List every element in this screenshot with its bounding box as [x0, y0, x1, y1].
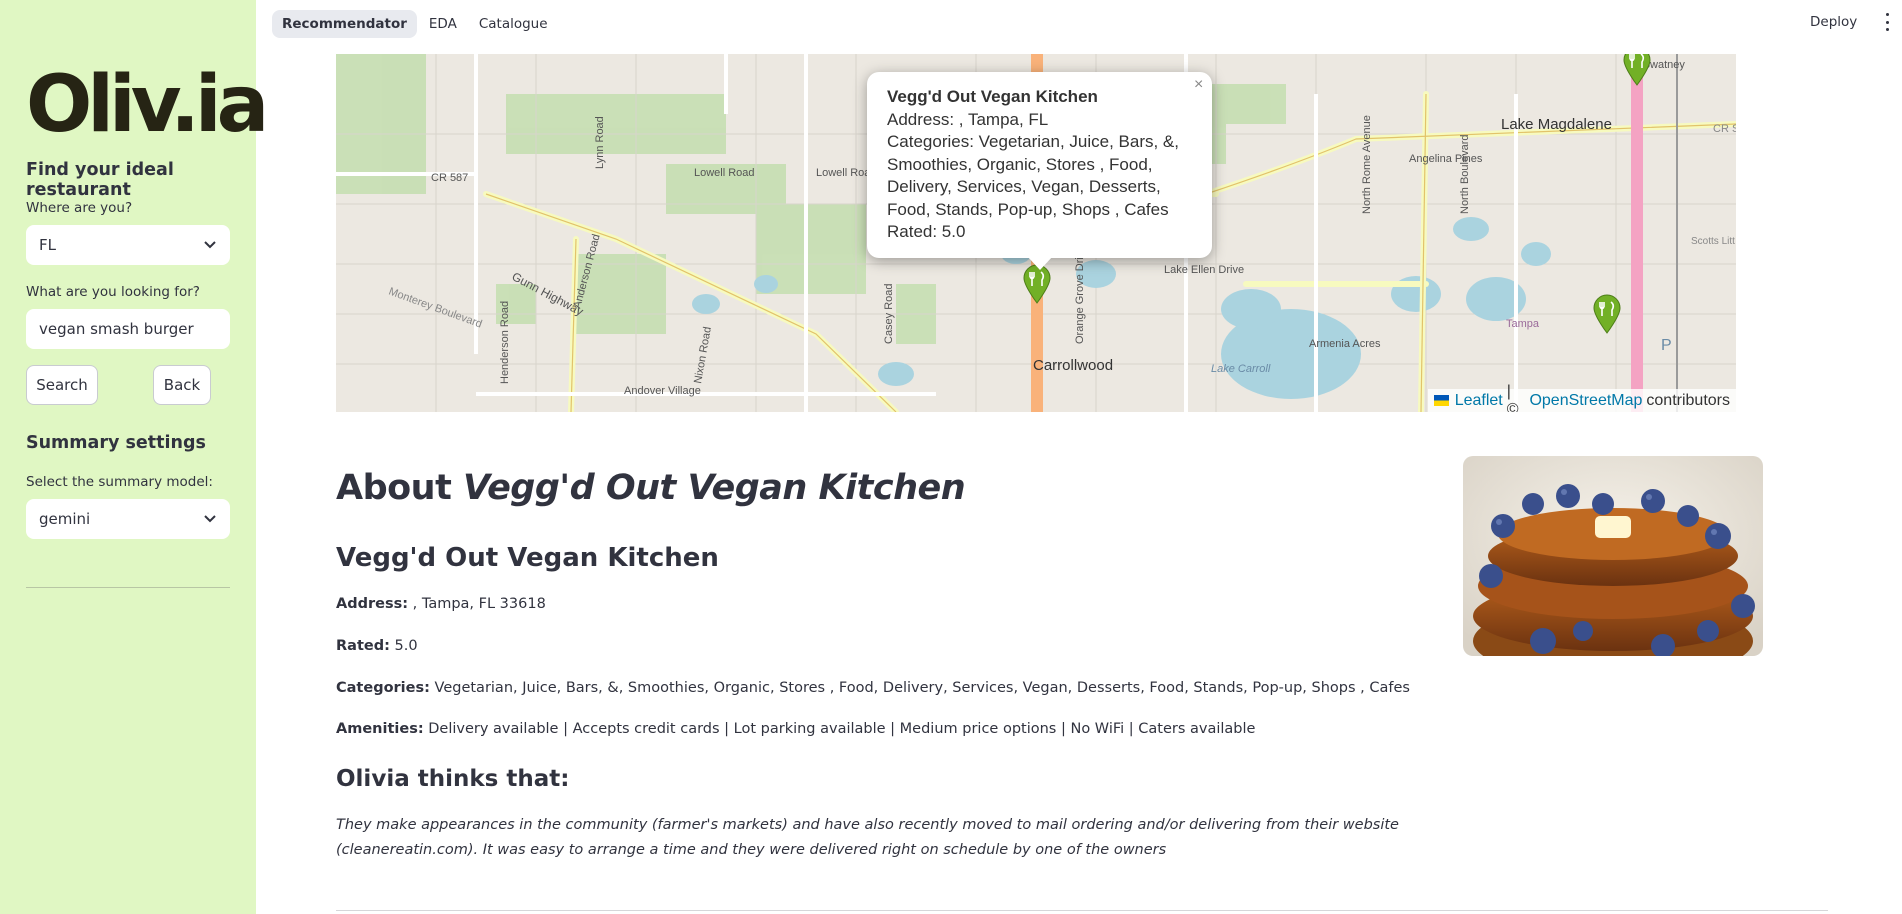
map-label-lake-magdalene: Lake Magdalene: [1501, 116, 1612, 133]
restaurant-name: Vegg'd Out Vegan Kitchen: [336, 543, 719, 573]
olivia-heading: Olivia thinks that:: [336, 766, 570, 792]
map-label-parking: P: [1661, 337, 1672, 354]
map-label-cr587: CR 587: [431, 172, 468, 184]
map-label-armenia-acres: Armenia Acres: [1309, 338, 1381, 350]
model-select[interactable]: gemini: [26, 499, 230, 539]
popup-close-button[interactable]: ×: [1194, 76, 1203, 94]
location-select-value: FL: [39, 236, 56, 254]
rated-value: 5.0: [389, 638, 418, 654]
map-label-lake-ellen: Lake Ellen Drive: [1164, 264, 1244, 276]
about-heading: About Vegg'd Out Vegan Kitchen: [336, 468, 966, 508]
tab-eda[interactable]: EDA: [419, 10, 467, 38]
back-button[interactable]: Back: [153, 365, 211, 405]
query-label: What are you looking for?: [26, 284, 200, 300]
location-label: Where are you?: [26, 200, 133, 216]
openstreetmap-link[interactable]: OpenStreetMap: [1529, 392, 1642, 410]
restaurant-marker-icon[interactable]: [1022, 264, 1052, 304]
chevron-down-icon: [203, 238, 217, 252]
popup-address: Address: , Tampa, FL: [887, 109, 1049, 129]
amenities-label: Amenities:: [336, 721, 424, 737]
address-line: Address: , Tampa, FL 33618: [336, 596, 546, 612]
address-value: , Tampa, FL 33618: [408, 596, 546, 612]
tab-recommendator[interactable]: Recommendator: [272, 10, 417, 38]
map-label-andover-village: Andover Village: [624, 385, 701, 397]
search-button[interactable]: Search: [26, 365, 98, 405]
amenities-line: Amenities: Delivery available | Accepts …: [336, 721, 1255, 737]
french-toast-image: [1463, 456, 1763, 656]
rated-line: Rated: 5.0: [336, 638, 418, 654]
map-label-tampa: Tampa: [1506, 318, 1540, 330]
categories-value: Vegetarian, Juice, Bars, &, Smoothies, O…: [429, 680, 1410, 696]
deploy-button[interactable]: Deploy: [1810, 14, 1857, 30]
map-attribution: Leaflet | © OpenStreetMap contributors: [1428, 383, 1736, 412]
model-select-value: gemini: [39, 510, 91, 528]
popup-rated: Rated: 5.0: [887, 222, 966, 241]
leaflet-link[interactable]: Leaflet: [1455, 392, 1503, 410]
popup-categories: Categories: Vegetarian, Juice, Bars, &, …: [887, 132, 1179, 219]
ukraine-flag-icon: [1434, 395, 1449, 406]
about-prefix: About: [336, 468, 452, 508]
categories-label: Categories:: [336, 680, 430, 696]
sidebar: Oliv.ia Find your ideal restaurant Where…: [0, 0, 269, 914]
map-popup: Vegg'd Out Vegan Kitchen Address: , Tamp…: [867, 72, 1212, 258]
attribution-contributors: contributors: [1646, 391, 1730, 409]
location-select[interactable]: FL: [26, 225, 230, 265]
query-input[interactable]: [26, 309, 230, 349]
restaurant-marker-icon[interactable]: [1592, 294, 1622, 334]
popup-title: Vegg'd Out Vegan Kitchen: [887, 87, 1098, 106]
map-label-henderson-road: Henderson Road: [499, 301, 511, 384]
map-label-casey-road: Casey Road: [883, 283, 895, 344]
map-label-scotts: Scotts Litt Farms: [1691, 236, 1736, 247]
address-label: Address:: [336, 596, 409, 612]
map-label-carrollwood: Carrollwood: [1033, 357, 1113, 374]
map-label-lowell-road-1: Lowell Road: [694, 167, 755, 179]
popup-tip: [1027, 256, 1053, 270]
map-label-angelina-pines: Angelina Pines: [1409, 153, 1483, 165]
tab-catalogue[interactable]: Catalogue: [469, 10, 558, 38]
map-label-orange-grove: Orange Grove Drive: [1074, 246, 1086, 344]
app-logo: Oliv.ia: [26, 60, 269, 150]
review-text: They make appearances in the community (…: [336, 817, 1399, 858]
content-divider: [336, 910, 1828, 911]
summary-settings-heading: Summary settings: [26, 433, 206, 453]
top-nav: Recommendator EDA Catalogue: [272, 10, 558, 38]
map-label-north-boulevard: North Boulevard: [1459, 135, 1471, 215]
rated-label: Rated:: [336, 638, 390, 654]
chevron-down-icon: [203, 512, 217, 526]
sidebar-divider: [26, 587, 230, 588]
restaurant-photo: [1463, 456, 1763, 656]
map-label-lake-carroll: Lake Carroll: [1211, 363, 1271, 375]
attribution-separator: | ©: [1506, 382, 1519, 413]
main-menu-icon[interactable]: [1884, 13, 1890, 31]
map-label-lynn-road: Lynn Road: [594, 116, 606, 169]
restaurant-marker-icon[interactable]: [1622, 54, 1652, 86]
map-label-cr-s: CR S: [1713, 123, 1736, 135]
sidebar-heading: Find your ideal restaurant: [26, 160, 174, 200]
categories-line: Categories: Vegetarian, Juice, Bars, &, …: [336, 680, 1410, 696]
map-label-north-rome: North Rome Avenue: [1361, 115, 1373, 214]
model-label: Select the summary model:: [26, 474, 213, 490]
amenities-value: Delivery available | Accepts credit card…: [423, 721, 1256, 737]
about-restaurant-name: Vegg'd Out Vegan Kitchen: [463, 468, 966, 508]
